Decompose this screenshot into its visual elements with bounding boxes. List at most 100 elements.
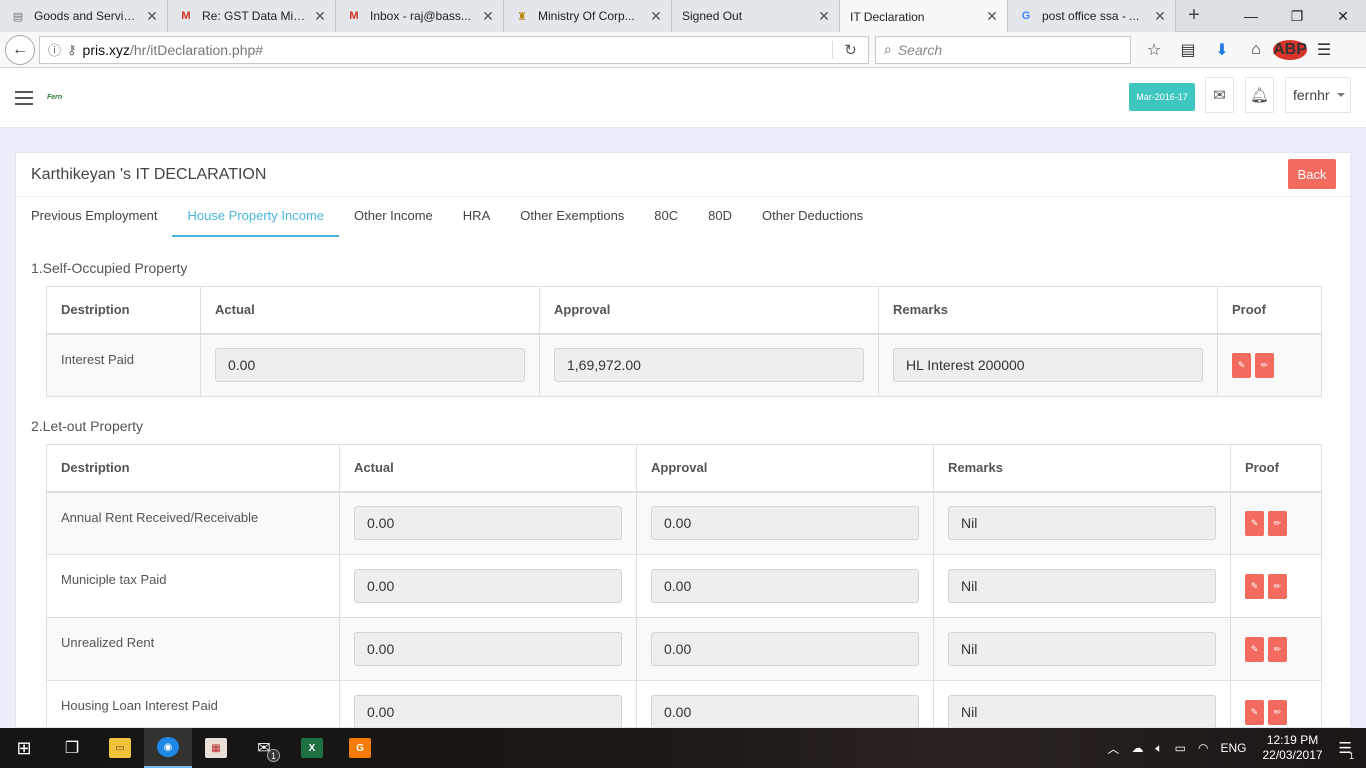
approval-field[interactable]: 0.00 xyxy=(651,695,919,727)
approval-cell: 0.00 xyxy=(636,491,934,555)
volume-icon[interactable]: 🔈︎ xyxy=(1155,741,1162,756)
wifi-icon[interactable]: ◠ xyxy=(1198,741,1208,755)
restore-icon[interactable]: ❐ xyxy=(1274,0,1320,32)
windows-start-icon[interactable]: ⊞ xyxy=(0,728,48,768)
close-icon[interactable]: ✕ xyxy=(145,8,159,25)
tab-other-income[interactable]: Other Income xyxy=(339,197,448,237)
financial-period-badge[interactable]: Mar-2016-17 xyxy=(1129,83,1195,111)
clock[interactable]: 12:19 PM 22/03/2017 xyxy=(1262,733,1322,763)
tab-other-deductions[interactable]: Other Deductions xyxy=(747,197,878,237)
actual-field[interactable]: 0.00 xyxy=(354,569,622,603)
info-icon[interactable]: ⓘ xyxy=(48,40,61,59)
file-explorer-icon[interactable]: ▭ xyxy=(96,728,144,768)
column-header: Actual xyxy=(200,286,540,335)
remarks-field[interactable]: Nil xyxy=(948,569,1216,603)
chevron-up-icon[interactable]: ︿ xyxy=(1107,740,1119,757)
calendar-app-icon[interactable]: ▦ xyxy=(192,728,240,768)
browser-tab-4[interactable]: Signed Out ✕ xyxy=(672,0,840,32)
approval-field[interactable]: 0.00 xyxy=(651,569,919,603)
remarks-field[interactable]: Nil xyxy=(948,506,1216,541)
attach-proof-icon[interactable]: ✎ xyxy=(1232,352,1251,378)
window-close-icon[interactable]: ✕ xyxy=(1320,0,1366,32)
adblock-icon[interactable]: ABP xyxy=(1273,39,1307,60)
tab-hra[interactable]: HRA xyxy=(448,197,505,237)
mail-taskbar-icon[interactable]: ✉ 1 xyxy=(240,728,288,768)
browser-tab-3[interactable]: ♜ Ministry Of Corp... ✕ xyxy=(504,0,672,32)
browser-tools: ☆ ▤ ⬇ ⌂ ABP ☰ xyxy=(1137,39,1341,60)
actual-field[interactable]: 0.00 xyxy=(354,632,622,666)
tab-house-property-income[interactable]: House Property Income xyxy=(172,197,340,237)
cloud-sync-icon[interactable]: ☁ xyxy=(1131,741,1143,755)
it-declaration-card: Karthikeyan 's IT DECLARATION Back Previ… xyxy=(15,152,1351,728)
close-icon[interactable]: ✕ xyxy=(1153,8,1167,25)
close-icon[interactable]: ✕ xyxy=(985,8,999,25)
task-view-icon[interactable]: ❐ xyxy=(48,728,96,768)
action-center-icon[interactable]: ☰ 1 xyxy=(1339,739,1354,761)
close-icon[interactable]: ✕ xyxy=(481,8,495,25)
remarks-field[interactable]: HL Interest 200000 xyxy=(893,348,1203,383)
hamburger-menu-icon[interactable] xyxy=(15,91,33,109)
minimize-icon[interactable]: — xyxy=(1228,0,1274,32)
browser-tab-1[interactable]: M Re: GST Data Mig... ✕ xyxy=(168,0,336,32)
mail-envelope-icon[interactable]: ✉ xyxy=(1205,77,1234,113)
row-description: Municiple tax Paid xyxy=(46,554,340,618)
mail-badge: 1 xyxy=(267,749,280,762)
edit-pencil-icon[interactable]: ✏ xyxy=(1268,510,1287,536)
edit-pencil-icon[interactable]: ✏ xyxy=(1255,352,1274,378)
excel-icon[interactable]: X xyxy=(288,728,336,768)
notification-bell-icon[interactable]: 🔔︎ xyxy=(1245,77,1274,113)
document-icon: ▤ xyxy=(12,10,24,23)
browser-tab-title: IT Declaration xyxy=(850,9,925,24)
remarks-field[interactable]: Nil xyxy=(948,632,1216,666)
actual-field[interactable]: 0.00 xyxy=(354,506,622,541)
close-icon[interactable]: ✕ xyxy=(817,8,831,25)
reading-list-icon[interactable]: ▤ xyxy=(1171,40,1205,60)
attach-proof-icon[interactable]: ✎ xyxy=(1245,510,1264,536)
back-arrow-icon[interactable]: ← xyxy=(5,34,35,65)
menu-icon[interactable]: ☰ xyxy=(1307,40,1341,60)
attach-proof-icon[interactable]: ✎ xyxy=(1245,636,1264,662)
tab-other-exemptions[interactable]: Other Exemptions xyxy=(505,197,639,237)
close-icon[interactable]: ✕ xyxy=(313,8,327,25)
attach-proof-icon[interactable]: ✎ xyxy=(1245,699,1264,725)
declaration-tabs: Previous Employment House Property Incom… xyxy=(16,197,878,237)
bookmark-star-icon[interactable]: ☆ xyxy=(1137,40,1171,60)
search-input[interactable]: ⌕ Search xyxy=(875,35,1131,64)
approval-field[interactable]: 0.00 xyxy=(651,632,919,666)
download-arrow-icon[interactable]: ⬇ xyxy=(1205,40,1239,60)
pdf-reader-icon[interactable]: G xyxy=(336,728,384,768)
reload-icon[interactable]: ↻ xyxy=(832,40,868,59)
column-header: Approval xyxy=(636,444,934,493)
new-tab-button[interactable]: + xyxy=(1176,0,1212,31)
edit-pencil-icon[interactable]: ✏ xyxy=(1268,573,1287,599)
browser-tab-2[interactable]: M Inbox - raj@bass... ✕ xyxy=(336,0,504,32)
approval-field[interactable]: 0.00 xyxy=(651,506,919,541)
tab-80d[interactable]: 80D xyxy=(693,197,747,237)
remarks-cell: Nil xyxy=(933,491,1231,555)
user-menu-button[interactable]: fernhr xyxy=(1285,77,1351,113)
proof-cell: ✎ ✏ xyxy=(1230,680,1322,727)
language-indicator[interactable]: ENG xyxy=(1220,741,1246,755)
column-header: Proof xyxy=(1217,286,1322,335)
approval-field[interactable]: 1,69,972.00 xyxy=(554,348,864,383)
home-icon[interactable]: ⌂ xyxy=(1239,41,1273,59)
browser-tab-5[interactable]: IT Declaration ✕ xyxy=(840,0,1008,33)
back-button[interactable]: Back xyxy=(1288,159,1336,189)
firefox-taskbar-icon[interactable]: ◉ xyxy=(144,728,192,768)
actual-field[interactable]: 0.00 xyxy=(215,348,525,383)
tab-80c[interactable]: 80C xyxy=(639,197,693,237)
edit-pencil-icon[interactable]: ✏ xyxy=(1268,699,1287,725)
battery-icon[interactable]: ▭ xyxy=(1175,741,1186,755)
remarks-field[interactable]: Nil xyxy=(948,695,1216,727)
approval-cell: 0.00 xyxy=(636,554,934,618)
url-bar[interactable]: ⓘ ⚷ pris.xyz /hr/itDeclaration.php# ↻ xyxy=(39,35,869,64)
tab-previous-employment[interactable]: Previous Employment xyxy=(16,197,172,237)
column-header: Remarks xyxy=(878,286,1218,335)
actual-field[interactable]: 0.00 xyxy=(354,695,622,727)
approval-cell: 0.00 xyxy=(636,680,934,727)
attach-proof-icon[interactable]: ✎ xyxy=(1245,573,1264,599)
browser-tab-0[interactable]: ▤ Goods and Servic... ✕ xyxy=(0,0,168,32)
edit-pencil-icon[interactable]: ✏ xyxy=(1268,636,1287,662)
close-icon[interactable]: ✕ xyxy=(649,8,663,25)
browser-tab-6[interactable]: G post office ssa - ... ✕ xyxy=(1008,0,1176,32)
